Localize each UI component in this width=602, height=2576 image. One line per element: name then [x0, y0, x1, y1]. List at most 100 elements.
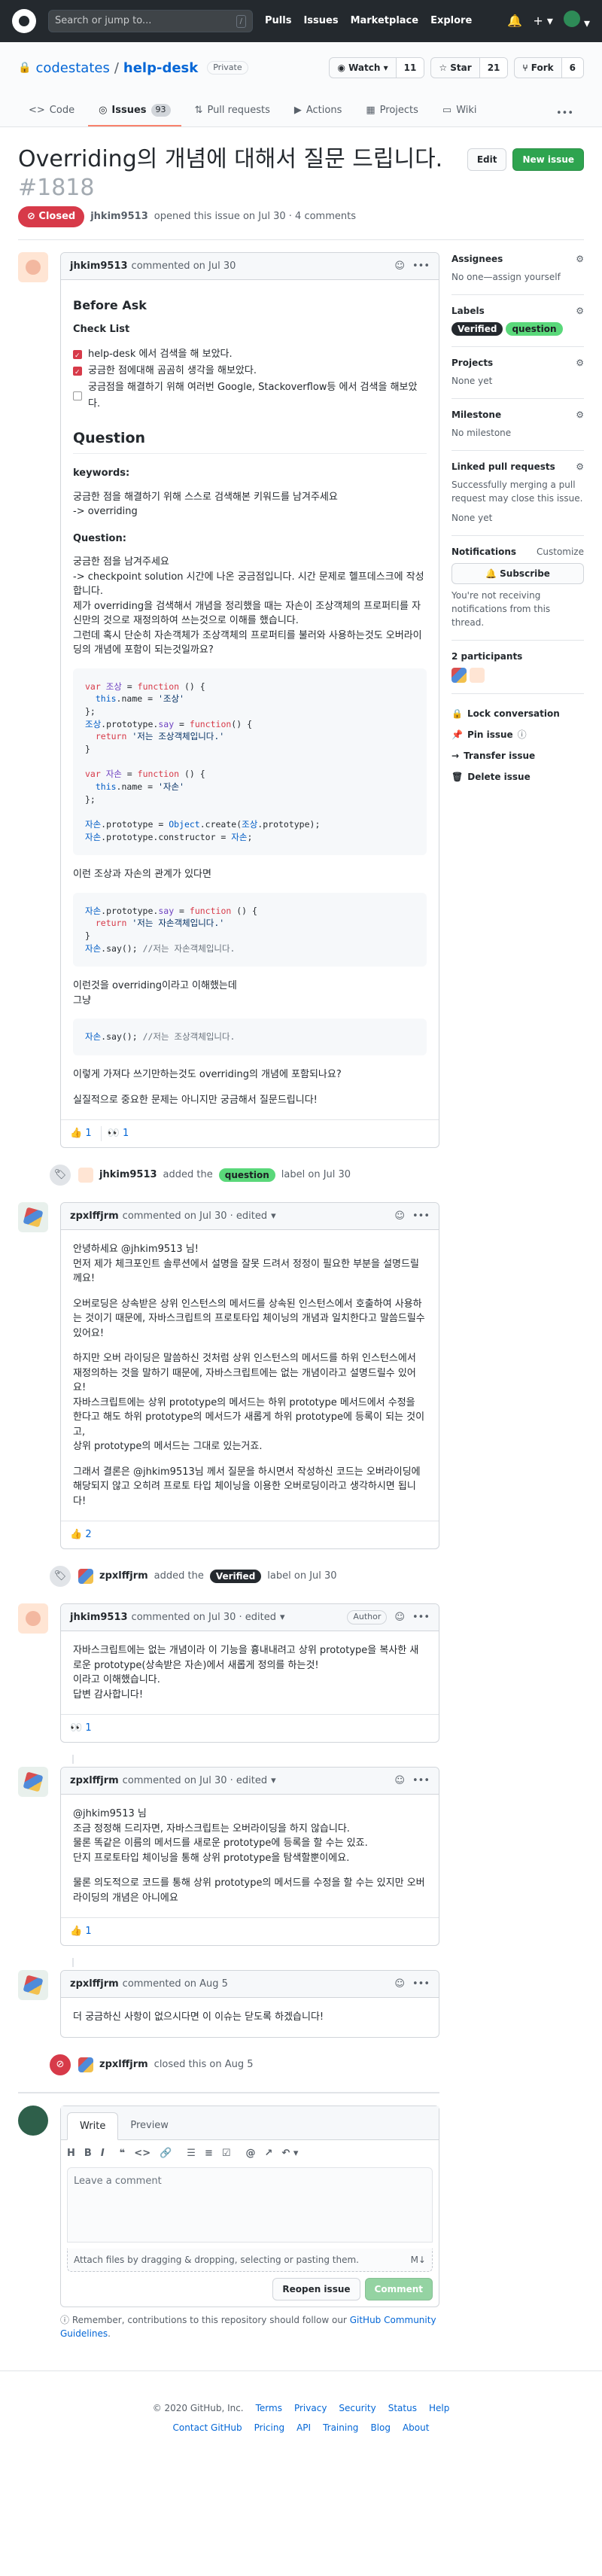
- tab-actions[interactable]: ▶ Actions: [284, 97, 353, 127]
- numbered-list-icon[interactable]: ≡: [205, 2146, 213, 2161]
- gear-icon[interactable]: ⚙: [576, 460, 584, 473]
- gear-icon[interactable]: ⚙: [576, 408, 584, 422]
- smiley-icon[interactable]: ☺: [394, 1610, 405, 1625]
- comment-author[interactable]: zpxlffjrm: [70, 1209, 119, 1224]
- footer-link-contact[interactable]: Contact GitHub: [173, 2421, 242, 2434]
- avatar[interactable]: [470, 667, 485, 683]
- event-actor[interactable]: zpxlffjrm: [99, 1569, 148, 1584]
- new-issue-button[interactable]: New issue: [512, 148, 584, 171]
- footer-link-blog[interactable]: Blog: [370, 2421, 391, 2434]
- plus-icon[interactable]: + ▾: [533, 12, 553, 30]
- gear-icon[interactable]: ⚙: [576, 304, 584, 318]
- attach-files-area[interactable]: Attach files by dragging & dropping, sel…: [67, 2248, 433, 2272]
- footer-link-about[interactable]: About: [403, 2421, 429, 2434]
- subscribe-button[interactable]: 🔔 Subscribe: [451, 562, 584, 584]
- fork-count[interactable]: 6: [561, 58, 583, 78]
- comment-meta[interactable]: commented on Jul 30 · edited: [123, 1209, 267, 1224]
- tab-projects[interactable]: ▦ Projects: [355, 97, 429, 127]
- comment-meta[interactable]: commented on Jul 30 · edited: [132, 1610, 276, 1625]
- heading-icon[interactable]: H: [67, 2146, 75, 2161]
- kebab-menu-icon[interactable]: •••: [546, 100, 584, 127]
- star-button[interactable]: ☆ Star 21: [430, 57, 509, 78]
- edit-button[interactable]: Edit: [467, 148, 507, 171]
- chevron-down-icon[interactable]: ▾: [280, 1610, 285, 1625]
- checkbox-checked[interactable]: [73, 364, 82, 381]
- comment-meta[interactable]: commented on Jul 30 · edited: [123, 1774, 267, 1789]
- github-logo-icon[interactable]: [12, 9, 36, 33]
- bullet-list-icon[interactable]: ☰: [187, 2146, 196, 2161]
- sidebar-value[interactable]: No one—assign yourself: [451, 270, 584, 284]
- checkbox-checked[interactable]: [73, 348, 82, 364]
- avatar[interactable]: [451, 667, 467, 683]
- tab-preview[interactable]: Preview: [118, 2112, 181, 2140]
- repo-owner-link[interactable]: codestates: [35, 58, 109, 78]
- checkbox-unchecked[interactable]: [73, 391, 82, 400]
- reaction-thumbs-up[interactable]: 👍 1: [70, 1126, 102, 1141]
- nav-issues[interactable]: Issues: [303, 14, 338, 29]
- code-icon[interactable]: <>: [134, 2146, 150, 2161]
- label-question[interactable]: question: [218, 1168, 275, 1182]
- smiley-icon[interactable]: ☺: [394, 1209, 405, 1224]
- pin-issue-button[interactable]: 📌 Pin issue ⓘ: [451, 724, 584, 745]
- repo-name-link[interactable]: help-desk: [123, 58, 198, 78]
- chevron-down-icon[interactable]: ▾: [271, 1774, 276, 1789]
- reaction-thumbs-up[interactable]: 👍 2: [70, 1527, 101, 1542]
- reaction-eyes[interactable]: 👀 1: [70, 1721, 101, 1736]
- comment-textarea[interactable]: Leave a comment: [67, 2166, 433, 2243]
- markdown-icon[interactable]: M↓: [411, 2253, 426, 2267]
- kebab-menu-icon[interactable]: •••: [412, 259, 430, 274]
- footer-link-terms[interactable]: Terms: [256, 2401, 282, 2415]
- italic-icon[interactable]: I: [101, 2146, 105, 2161]
- smiley-icon[interactable]: ☺: [394, 1977, 405, 1992]
- kebab-menu-icon[interactable]: •••: [412, 1610, 430, 1625]
- event-actor[interactable]: zpxlffjrm: [99, 2057, 148, 2072]
- comment-author[interactable]: jhkim9513: [70, 259, 128, 274]
- avatar[interactable]: [18, 1969, 48, 2000]
- gear-icon[interactable]: ⚙: [576, 356, 584, 370]
- smiley-icon[interactable]: ☺: [394, 259, 405, 274]
- nav-pulls[interactable]: Pulls: [265, 14, 291, 29]
- footer-link-training[interactable]: Training: [323, 2421, 358, 2434]
- bold-icon[interactable]: B: [84, 2146, 92, 2161]
- reaction-eyes[interactable]: 👀 1: [108, 1126, 138, 1141]
- info-icon[interactable]: ⓘ: [518, 728, 527, 741]
- quote-icon[interactable]: ❝: [120, 2146, 126, 2161]
- lock-conversation-button[interactable]: 🔒 Lock conversation: [451, 703, 584, 724]
- avatar[interactable]: [78, 1568, 93, 1584]
- chevron-down-icon[interactable]: ▾: [271, 1209, 276, 1224]
- tab-pull-requests[interactable]: ⇅ Pull requests: [184, 97, 281, 127]
- avatar[interactable]: [18, 251, 48, 282]
- comment-button[interactable]: Comment: [364, 2277, 433, 2300]
- mention-icon[interactable]: @: [246, 2146, 256, 2161]
- avatar[interactable]: [18, 1201, 48, 1232]
- tab-write[interactable]: Write: [67, 2112, 119, 2141]
- nav-explore[interactable]: Explore: [430, 14, 472, 29]
- comment-author[interactable]: zpxlffjrm: [70, 1774, 119, 1789]
- watch-button[interactable]: ◉ Watch ▾ 11: [329, 57, 425, 78]
- avatar[interactable]: [18, 1766, 48, 1797]
- footer-link-api[interactable]: API: [296, 2421, 311, 2434]
- cross-reference-icon[interactable]: ↗: [265, 2146, 273, 2161]
- label-question[interactable]: question: [506, 321, 563, 336]
- avatar[interactable]: [78, 1167, 93, 1183]
- footer-link-security[interactable]: Security: [339, 2401, 375, 2415]
- footer-link-pricing[interactable]: Pricing: [254, 2421, 284, 2434]
- link-icon[interactable]: 🔗: [160, 2146, 172, 2161]
- task-list-icon[interactable]: ☑: [222, 2146, 231, 2161]
- customize-link[interactable]: Customize: [537, 545, 584, 559]
- comment-author[interactable]: jhkim9513: [70, 1610, 128, 1625]
- kebab-menu-icon[interactable]: •••: [412, 1774, 430, 1789]
- issue-author[interactable]: jhkim9513: [90, 209, 148, 224]
- avatar[interactable]: [78, 2057, 93, 2072]
- footer-link-privacy[interactable]: Privacy: [294, 2401, 327, 2415]
- delete-issue-button[interactable]: 🗑 Delete issue: [451, 766, 584, 787]
- tab-code[interactable]: <> Code: [18, 97, 85, 127]
- reaction-thumbs-up[interactable]: 👍 1: [70, 1924, 101, 1939]
- kebab-menu-icon[interactable]: •••: [412, 1977, 430, 1992]
- comment-author[interactable]: zpxlffjrm: [70, 1977, 119, 1992]
- smiley-icon[interactable]: ☺: [394, 1774, 405, 1789]
- nav-marketplace[interactable]: Marketplace: [351, 14, 419, 29]
- search-input[interactable]: Search or jump to... /: [48, 10, 253, 32]
- kebab-menu-icon[interactable]: •••: [412, 1209, 430, 1224]
- star-count[interactable]: 21: [479, 58, 508, 78]
